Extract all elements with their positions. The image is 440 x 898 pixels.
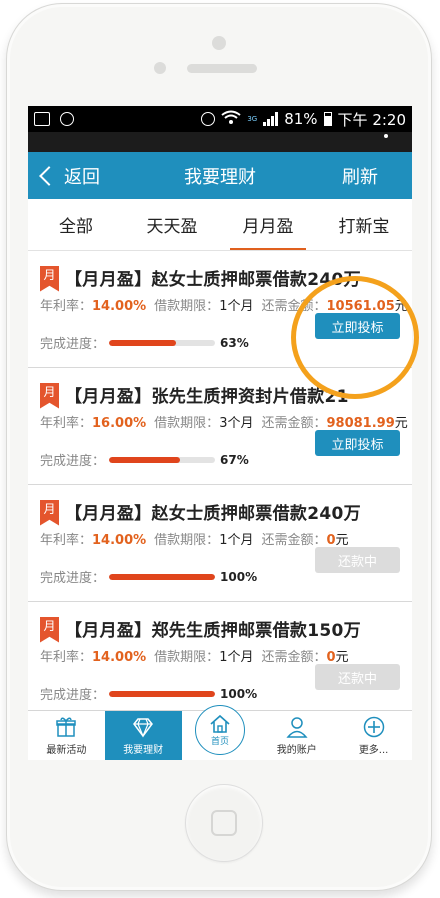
- image-notification-icon: [34, 112, 50, 126]
- loan-title: 【月月盈】张先生质押资封片借款21: [65, 386, 349, 407]
- repaying-button[interactable]: 还款中: [315, 664, 400, 690]
- signal-icon: [263, 112, 279, 126]
- progress-percent: 67%: [220, 452, 249, 467]
- rate-value: 16.00%: [92, 416, 147, 431]
- loan-title: 【月月盈】赵女士质押邮票借款240万: [65, 269, 361, 290]
- bottom-navigation: 最新活动 我要理财 首页 我的账户 更多...: [28, 705, 412, 760]
- remaining-label: 还需金额：: [261, 533, 327, 548]
- user-icon: [286, 716, 308, 738]
- wifi-icon: [221, 110, 241, 128]
- diamond-icon: [133, 717, 154, 738]
- nav-label: 我的账户: [276, 744, 317, 756]
- back-label: 返回: [64, 166, 100, 188]
- app-notification-icon: [60, 112, 74, 126]
- rate-value: 14.00%: [92, 650, 147, 665]
- term-label: 借款期限：: [154, 416, 220, 431]
- term-label: 借款期限：: [154, 299, 220, 314]
- repaying-button[interactable]: 还款中: [315, 547, 400, 573]
- nav-label: 首页: [210, 736, 229, 747]
- nav-label: 更多...: [358, 744, 389, 756]
- progress-bar: [109, 690, 216, 697]
- term-value: 1个月: [219, 650, 254, 665]
- progress-percent: 100%: [220, 569, 258, 584]
- progress-percent: 100%: [220, 686, 258, 701]
- month-badge: 月: [40, 499, 59, 526]
- progress-label: 完成进度：: [40, 454, 106, 469]
- rate-value: 14.00%: [92, 299, 147, 314]
- loan-title: 【月月盈】郑先生质押邮票借款150万: [65, 620, 361, 641]
- rate-label: 年利率：: [40, 299, 93, 314]
- rate-value: 14.00%: [92, 533, 147, 548]
- nav-item-activities[interactable]: 最新活动: [28, 711, 105, 760]
- yuan-unit: 元: [394, 416, 408, 431]
- nav-label: 我要理财: [123, 744, 164, 756]
- back-button[interactable]: 返回: [28, 163, 100, 189]
- progress-label: 完成进度：: [40, 571, 106, 586]
- clock: 下午 2:20: [337, 110, 406, 129]
- remaining-value: 0: [326, 533, 336, 548]
- alarm-icon: [201, 112, 216, 126]
- refresh-button[interactable]: 刷新: [342, 163, 412, 189]
- term-value: 1个月: [219, 533, 254, 548]
- app-screen: 3G 81% 下午 2:20 返回 我要理财 刷新 全部 天天盈 月月盈 打新宝…: [28, 106, 412, 760]
- home-circle[interactable]: 首页: [194, 705, 245, 755]
- loan-title: 【月月盈】赵女士质押邮票借款240万: [65, 503, 361, 524]
- month-badge: 月: [40, 382, 59, 409]
- hardware-home-button[interactable]: [185, 784, 263, 862]
- remaining-value: 98081.99: [326, 416, 395, 431]
- term-label: 借款期限：: [154, 533, 220, 548]
- nav-item-home[interactable]: 首页: [182, 705, 259, 760]
- nav-item-account[interactable]: 我的账户: [258, 711, 335, 760]
- tab-daily[interactable]: 天天盈: [124, 199, 220, 250]
- notification-strip: [28, 132, 412, 152]
- progress-label: 完成进度：: [40, 337, 106, 352]
- highlight-ring: [291, 276, 419, 399]
- tab-ipo[interactable]: 打新宝: [316, 199, 412, 250]
- rate-label: 年利率：: [40, 650, 93, 665]
- month-badge: 月: [40, 265, 59, 292]
- list-item[interactable]: 月 【月月盈】郑先生质押邮票借款150万 年利率： 14.00% 借款期限： 1个月…: [28, 602, 412, 719]
- progress-bar: [109, 339, 216, 346]
- progress-percent: 63%: [220, 335, 249, 350]
- nav-label: 最新活动: [46, 744, 87, 756]
- term-label: 借款期限：: [154, 650, 220, 665]
- progress-bar: [109, 456, 216, 463]
- progress-bar: [109, 573, 216, 580]
- proximity-sensor: [154, 62, 166, 74]
- term-value: 1个月: [219, 299, 254, 314]
- chevron-left-icon: [39, 165, 59, 186]
- rate-label: 年利率：: [40, 533, 93, 548]
- battery-icon: [323, 112, 332, 126]
- network-type: 3G: [247, 114, 258, 123]
- list-item[interactable]: 月 【月月盈】赵女士质押邮票借款240万 年利率： 14.00% 借款期限： 1个月…: [28, 485, 412, 602]
- plus-circle-icon: [363, 716, 384, 737]
- tab-monthly[interactable]: 月月盈: [220, 199, 316, 250]
- yuan-unit: 元: [335, 533, 349, 548]
- invest-button[interactable]: 立即投标: [315, 430, 400, 456]
- rate-label: 年利率：: [40, 416, 93, 431]
- status-bar: 3G 81% 下午 2:20: [28, 106, 412, 132]
- front-camera: [212, 36, 226, 50]
- remaining-label: 还需金额：: [261, 650, 327, 665]
- progress-label: 完成进度：: [40, 688, 106, 703]
- category-tabs: 全部 天天盈 月月盈 打新宝: [28, 199, 412, 251]
- battery-level: 81%: [284, 110, 318, 128]
- yuan-unit: 元: [335, 650, 349, 665]
- app-header: 返回 我要理财 刷新: [28, 152, 412, 199]
- home-icon: [210, 714, 230, 733]
- tab-all[interactable]: 全部: [28, 199, 124, 250]
- month-badge: 月: [40, 616, 59, 643]
- term-value: 3个月: [219, 416, 254, 431]
- nav-item-more[interactable]: 更多...: [335, 711, 412, 760]
- remaining-value: 0: [326, 650, 336, 665]
- nav-item-invest[interactable]: 我要理财: [104, 711, 182, 760]
- gift-icon: [56, 717, 77, 737]
- earpiece-speaker: [187, 64, 257, 73]
- remaining-label: 还需金额：: [261, 416, 327, 431]
